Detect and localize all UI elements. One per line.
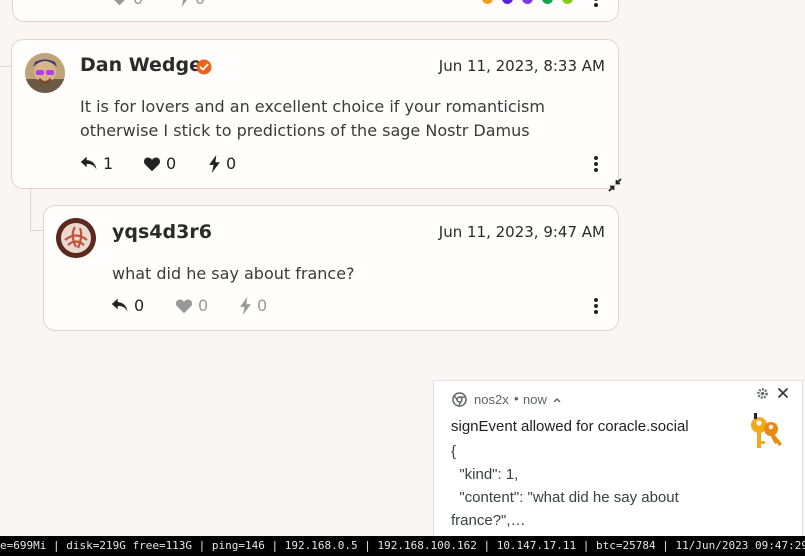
reply-note-card: yqs4d3r6 Jun 11, 2023, 9:47 AM what did … [43,205,619,331]
author-name[interactable]: Dan Wedge [80,54,202,76]
collapse-thread-icon[interactable] [608,178,622,192]
like-button[interactable]: 0 [175,296,208,315]
topic-color-dot [502,0,513,4]
avatar-image [56,218,96,258]
topic-color-dot [522,0,533,4]
reply-count: 1 [103,154,114,173]
more-options-icon[interactable] [592,0,600,9]
avatar-image [25,53,65,93]
notification-body: { "kind": 1, "content": "what did he say… [451,440,679,532]
avatar[interactable] [56,218,96,258]
lightning-icon [209,154,220,173]
more-options-icon[interactable] [592,154,600,174]
zap-count: 0 [195,0,205,8]
thread-connector-line [30,188,31,230]
zap-button[interactable]: 0 [208,154,236,173]
avatar[interactable] [25,53,65,93]
close-icon[interactable] [777,387,789,399]
notification-title: signEvent allowed for coracle.social [451,418,689,435]
note-card: Dan Wedge Jun 11, 2023, 8:33 AM It is fo… [11,39,619,189]
like-button[interactable]: 0 [111,0,143,8]
chrome-icon [452,392,467,407]
notification-time: now [523,392,547,407]
notification-body-line: "content": "what did he say about [451,489,679,506]
like-count: 0 [166,154,177,173]
gear-icon[interactable] [756,387,769,400]
nos2x-keys-icon [751,413,782,448]
reply-icon [111,298,128,312]
note-content: It is for lovers and an excellent choice… [80,97,545,140]
zap-count: 0 [226,154,237,173]
topic-color-dot [482,0,493,4]
author-name[interactable]: yqs4d3r6 [112,221,212,243]
zap-count: 0 [257,296,268,315]
note-timestamp[interactable]: Jun 11, 2023, 8:33 AM [439,57,605,75]
notification-app-name: nos2x [474,392,509,407]
topic-color-dot [562,0,573,4]
notification-body-line: france?",… [451,512,526,529]
like-count: 0 [198,296,209,315]
note-content: what did he say about france? [112,264,355,283]
previous-note-card: 0 0 [12,0,619,22]
zap-button[interactable]: 0 [239,296,267,315]
notification-body-line: { [451,443,457,460]
zap-button[interactable]: 0 [178,0,205,8]
system-status-bar: e=699Mi | disk=219G free=113G | ping=146… [0,536,805,556]
notification-body-line: "kind": 1, [451,466,519,483]
reply-count: 0 [134,296,145,315]
heart-icon [114,0,125,6]
chevron-up-icon[interactable] [553,397,561,403]
desktop-notification[interactable]: nos2x • now signEvent allowed for coracl… [434,381,802,546]
reply-button[interactable]: 1 [80,154,113,173]
topic-color-dot [542,0,553,4]
lightning-icon [240,296,251,315]
heart-icon [143,156,161,171]
heart-icon [175,298,193,313]
lightning-icon [181,0,187,7]
like-button[interactable]: 0 [143,154,176,173]
thread-connector-line [30,230,44,231]
notification-separator: • [514,391,519,406]
reply-icon [80,156,97,170]
like-count: 0 [133,0,143,8]
verified-badge-icon [196,59,212,75]
more-options-icon[interactable] [592,296,600,316]
reply-button[interactable]: 0 [111,296,144,315]
note-timestamp[interactable]: Jun 11, 2023, 9:47 AM [439,223,605,241]
